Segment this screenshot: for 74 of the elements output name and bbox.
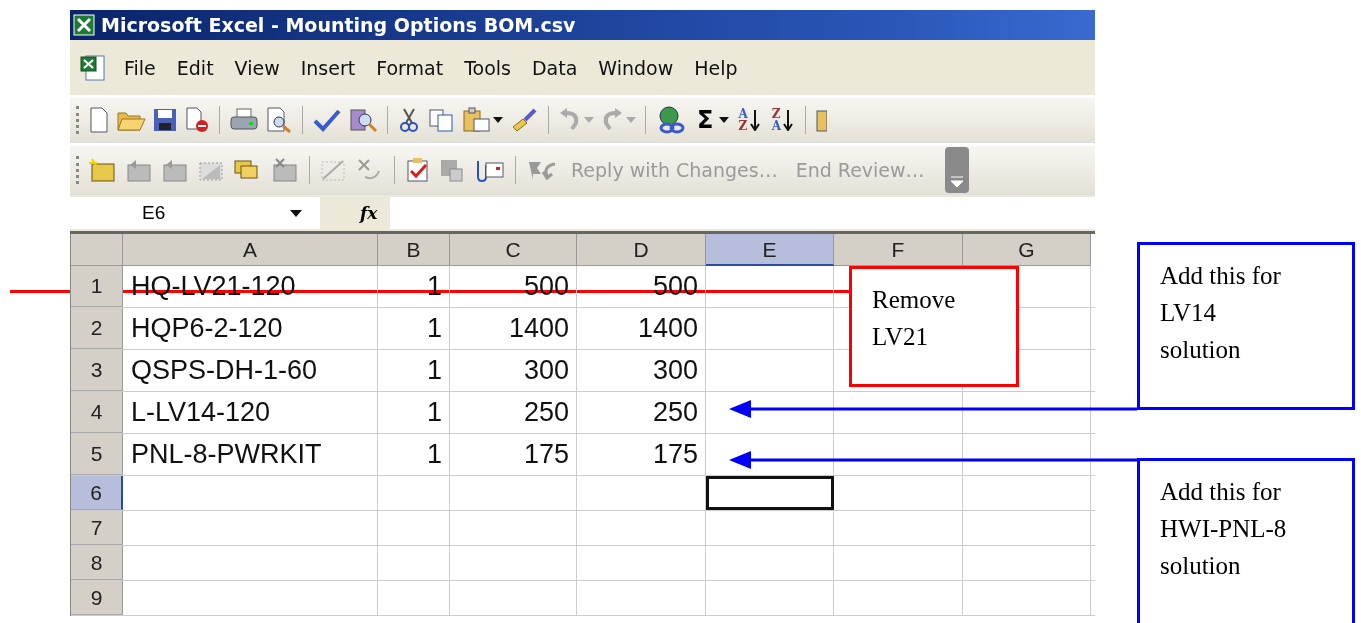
table-cell[interactable]: QSPS-DH-1-60 [123,350,378,391]
table-cell[interactable]: HQP6-2-120 [123,308,378,349]
note-text: Remove LV21 [872,285,957,352]
column-header[interactable]: C [450,234,577,266]
sort-ascending-button[interactable]: A Z [735,108,763,132]
clipboard-icon[interactable] [461,107,491,133]
down-arrow-icon [749,109,760,131]
menu-item[interactable]: View [228,56,295,79]
column-header[interactable]: E [706,234,834,266]
row-header[interactable]: 4 [71,392,123,433]
menu-item[interactable]: Data [525,56,593,79]
row-header[interactable]: 2 [71,308,123,349]
dropdown-caret-icon[interactable] [290,209,302,217]
delete-comment-icon[interactable] [270,157,300,183]
dropdown-caret-icon[interactable] [493,117,503,123]
row-header[interactable]: 6 [71,476,123,510]
scissors-icon[interactable] [397,107,421,133]
row-header[interactable]: 5 [71,434,123,475]
comment-nav-icon[interactable] [160,157,190,183]
menu-item[interactable]: Help [688,56,753,79]
comment-nav-icon[interactable] [124,157,154,183]
row-header[interactable]: 1 [71,266,123,307]
table-cell[interactable]: 250 [577,392,706,433]
menu-item[interactable]: File [118,56,171,79]
column-header[interactable]: G [963,234,1091,266]
table-cell[interactable]: 1 [378,392,450,433]
toolbar-options-icon[interactable] [944,147,969,193]
row-header[interactable]: 8 [71,546,123,580]
copy-icon[interactable] [427,107,455,133]
select-all-button[interactable] [71,234,123,266]
spreadsheet-app-icon [73,14,95,36]
insert-function-button[interactable]: fx [360,203,390,223]
printer-icon[interactable] [229,107,259,133]
workbook-icon[interactable] [78,52,108,83]
column-header[interactable]: B [378,234,450,266]
column-header[interactable]: D [577,234,706,266]
row-header[interactable]: 7 [71,511,123,545]
table-cell[interactable]: 1400 [577,308,706,349]
dropdown-caret-icon[interactable] [719,117,730,123]
menu-item[interactable]: Format [370,56,459,79]
menu-item[interactable]: Insert [294,56,371,79]
new-comment-icon[interactable] [88,157,118,183]
table-cell[interactable]: 1 [378,308,450,349]
table-cell[interactable]: L-LV14-120 [123,392,378,433]
note-text: Add this for HWI-PNL-8 solution [1160,477,1288,581]
table-cell[interactable]: 300 [450,350,577,391]
document-stop-icon[interactable] [184,107,210,133]
check-mark-icon[interactable] [312,107,342,133]
column-header[interactable]: F [834,234,963,266]
sum-button[interactable]: Σ [693,106,718,134]
new-document-icon[interactable] [88,107,110,133]
sort-descending-button[interactable]: Z A [768,108,797,132]
window-title: Microsoft Excel - Mounting Options BOM.csv [101,14,576,36]
table-cell[interactable]: 300 [577,350,706,391]
table-cell[interactable]: 175 [577,434,706,475]
book-magnifier-icon[interactable] [348,107,378,133]
table-cell[interactable]: 1 [378,434,450,475]
formula-input[interactable] [390,197,1095,229]
table-cell[interactable]: 1 [378,350,450,391]
row-header[interactable]: 3 [71,350,123,391]
note-text: Add this for LV14 solution [1160,261,1282,365]
down-arrow-icon [783,109,794,131]
menu-item[interactable]: Edit [170,56,229,79]
menu-item[interactable]: Window [592,56,689,79]
active-cell[interactable] [706,476,834,510]
print-preview-icon[interactable] [265,107,293,133]
table-cell[interactable]: 1400 [450,308,577,349]
name-box[interactable]: E6 [70,197,320,229]
table-cell[interactable]: PNL-8-PWRKIT [123,434,378,475]
table-cell[interactable]: 250 [450,392,577,433]
menu-item[interactable]: Tools [458,56,526,79]
row-header[interactable]: 9 [71,581,123,615]
table-cell[interactable]: 175 [450,434,577,475]
column-header[interactable]: A [123,234,378,266]
